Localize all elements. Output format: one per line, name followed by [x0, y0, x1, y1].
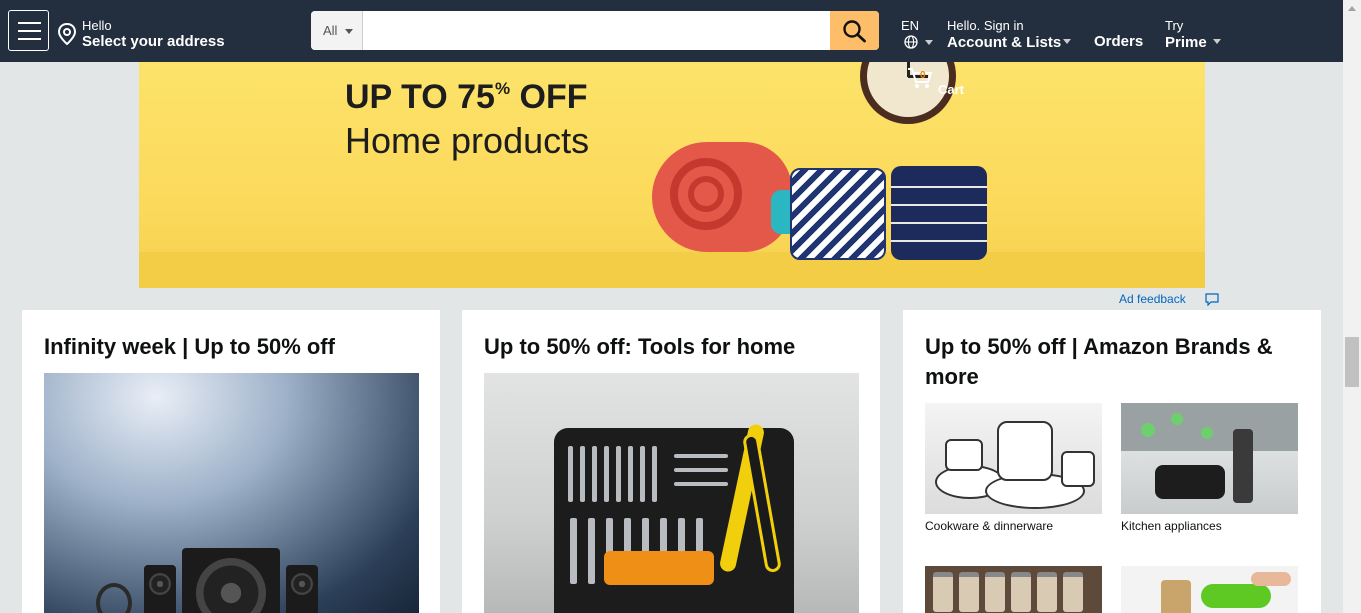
department-label: All — [323, 23, 338, 38]
banner-headline: UP TO 75% OFF — [345, 78, 588, 116]
category-caption: Cookware & dinnerware — [925, 519, 1054, 533]
menu-line — [18, 22, 41, 24]
cookware-image — [925, 403, 1102, 514]
card-title: Up to 50% off | Amazon Brands & more — [925, 334, 1273, 389]
sign-in-greeting: Hello. Sign in — [947, 18, 1024, 33]
cart-count: 0 — [920, 70, 926, 81]
chevron-down-icon — [1063, 39, 1071, 44]
headphones-shape — [96, 583, 132, 613]
banner-subheadline: Home products — [345, 120, 590, 161]
menu-line — [18, 38, 41, 40]
zigzag-pillow-image — [790, 168, 886, 260]
menu-line — [18, 30, 41, 32]
category-caption: Kitchen appliances — [1121, 519, 1222, 533]
card-title: Infinity week | Up to 50% off — [44, 334, 335, 359]
search-icon — [843, 20, 866, 43]
deal-card-infinity-week: Infinity week | Up to 50% off — [22, 310, 440, 613]
globe-icon — [904, 35, 918, 49]
feedback-bubble-icon — [1205, 293, 1219, 306]
speakers-image[interactable] — [44, 373, 419, 613]
search-input[interactable] — [364, 11, 830, 50]
prime-menu[interactable]: Try Prime — [1165, 18, 1207, 51]
search-department-dropdown[interactable]: All — [311, 11, 363, 50]
address-greeting: Hello — [82, 18, 112, 33]
cart-icon: 0 — [908, 68, 933, 88]
language-code: EN — [901, 18, 920, 33]
scrollbar-thumb[interactable] — [1345, 337, 1359, 387]
prime-try-label: Try — [1165, 18, 1184, 33]
category-tile-kitchen-tools[interactable] — [1121, 566, 1298, 613]
promo-banner[interactable]: UP TO 75% OFF Home products 0 Cart — [139, 62, 1205, 288]
satellite-speaker-shape — [144, 565, 176, 613]
chevron-down-icon — [925, 40, 933, 45]
prime-label: Prime — [1165, 34, 1207, 51]
ad-feedback-label: Ad feedback — [1119, 292, 1186, 306]
chevron-down-icon — [345, 29, 353, 34]
account-lists-menu[interactable]: Hello. Sign in Account & Lists — [947, 18, 1061, 51]
orders-label: Orders — [1094, 33, 1144, 50]
page-scrollbar[interactable] — [1343, 0, 1361, 613]
category-tile-storage[interactable] — [925, 566, 1102, 613]
chevron-down-icon — [1213, 39, 1221, 44]
location-pin-icon — [57, 23, 77, 45]
banner-floor — [139, 252, 1205, 288]
account-lists-label: Account & Lists — [947, 34, 1062, 51]
satellite-speaker-shape — [286, 565, 318, 613]
category-tile-kitchen-appliances[interactable]: Kitchen appliances — [1121, 403, 1298, 533]
card-title: Up to 50% off: Tools for home — [484, 334, 796, 359]
deal-card-tools: Up to 50% off: Tools for home — [462, 310, 880, 613]
search-bar: All — [311, 11, 879, 50]
subwoofer-shape — [182, 548, 280, 613]
category-tile-cookware[interactable]: Cookware & dinnerware — [925, 403, 1102, 533]
hamburger-menu-button[interactable] — [8, 10, 49, 51]
kitchen-appliances-image — [1121, 403, 1298, 514]
address-prompt: Select your address — [82, 33, 225, 50]
toolkit-image[interactable] — [484, 373, 859, 613]
ad-feedback-link[interactable]: Ad feedback — [1119, 292, 1219, 306]
search-button[interactable] — [830, 11, 879, 50]
cart-label: Cart — [938, 82, 965, 97]
storage-jars-image — [925, 566, 1102, 613]
orders-link[interactable]: Orders — [1094, 32, 1143, 50]
scroll-up-arrow-icon[interactable] — [1348, 6, 1356, 11]
arrow-pillow-image — [891, 166, 987, 260]
deal-card-amazon-brands: Up to 50% off | Amazon Brands & more Coo… — [903, 310, 1321, 613]
drill-shape — [604, 551, 714, 585]
top-navigation-bar: Hello Select your address All EN Hello. … — [0, 0, 1343, 62]
kitchen-tools-image — [1121, 566, 1298, 613]
